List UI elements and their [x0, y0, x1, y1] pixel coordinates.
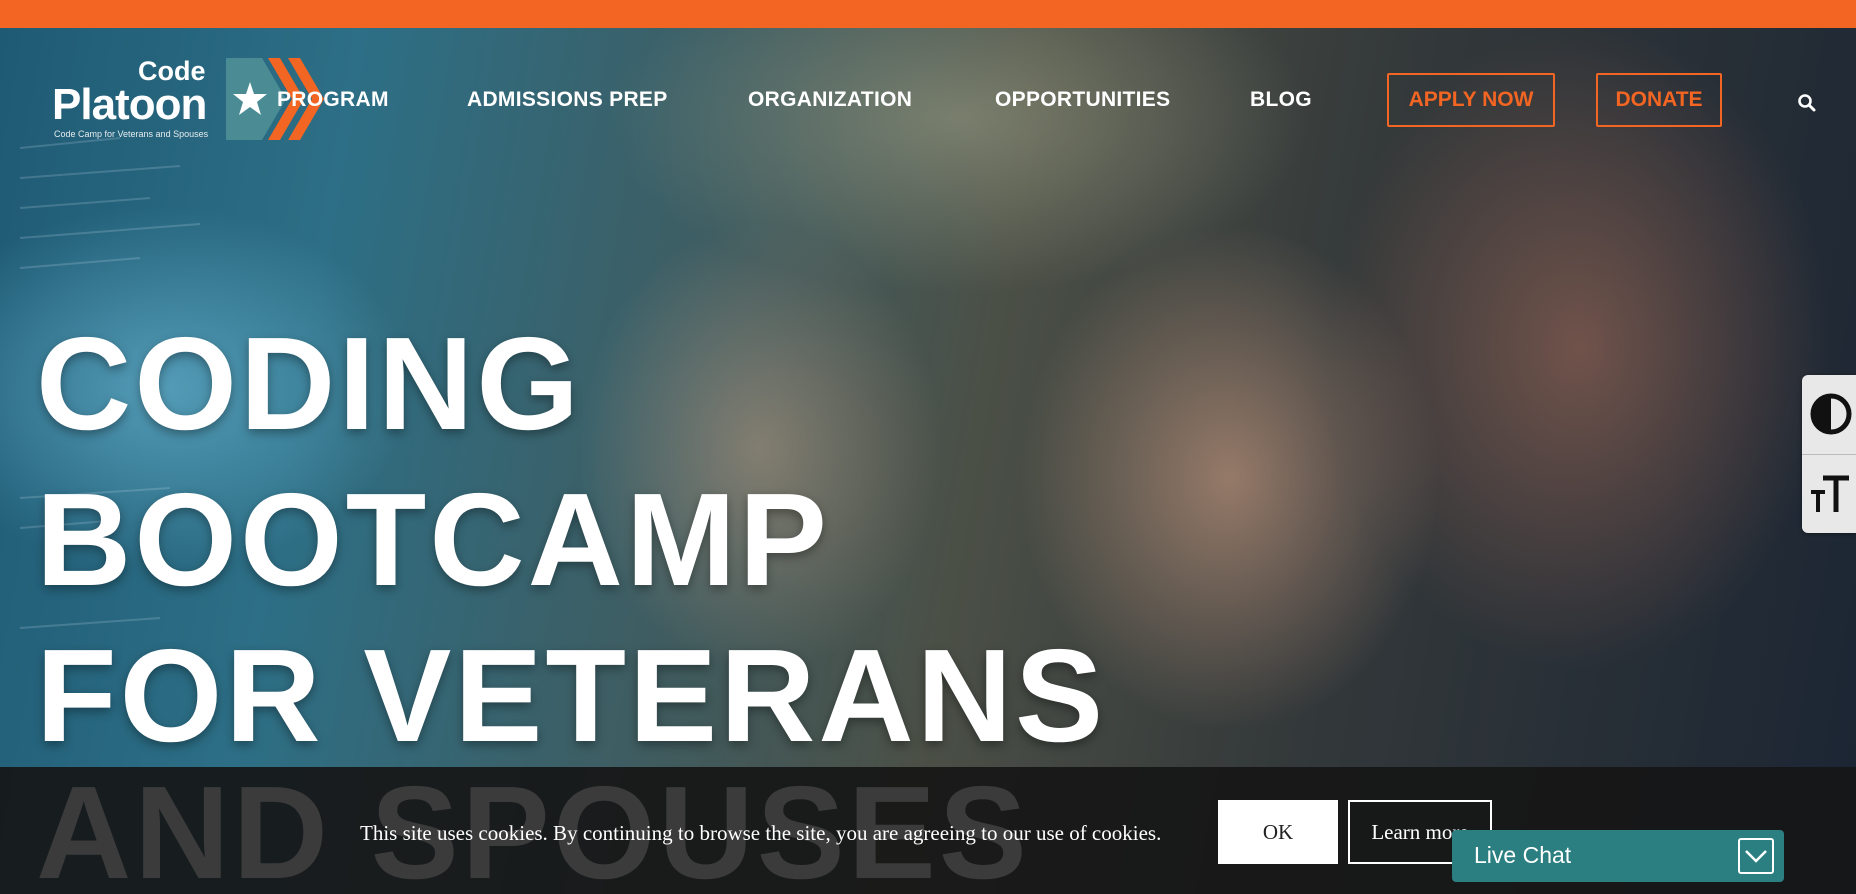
cookie-message: This site uses cookies. By continuing to…	[360, 821, 1162, 845]
nav-item-program[interactable]: PROGRAM	[277, 88, 389, 112]
nav-item-blog[interactable]: BLOG	[1250, 88, 1312, 112]
nav-item-opportunities[interactable]: OPPORTUNITIES	[995, 88, 1170, 112]
contrast-icon	[1810, 393, 1852, 435]
accessibility-toolbar	[1802, 375, 1856, 533]
nav-item-organization[interactable]: ORGANIZATION	[748, 88, 912, 112]
headline-line-2: BOOTCAMP	[36, 466, 830, 613]
top-accent-bar	[0, 0, 1856, 28]
search-icon[interactable]	[1796, 92, 1818, 114]
donate-button[interactable]: DONATE	[1596, 73, 1722, 127]
logo-tagline: Code Camp for Veterans and Spouses	[54, 129, 209, 139]
hero-section: CODING BOOTCAMP FOR VETERANS	[0, 28, 1856, 894]
nav-item-admissions-prep[interactable]: ADMISSIONS PREP	[467, 88, 668, 112]
headline-line-1: CODING	[36, 310, 582, 457]
live-chat-widget[interactable]: Live Chat	[1452, 830, 1784, 882]
logo-line-2: Platoon	[52, 80, 207, 129]
cookie-ok-button[interactable]: OK	[1218, 800, 1338, 864]
contrast-toggle-button[interactable]	[1802, 375, 1856, 453]
text-size-button[interactable]	[1802, 455, 1856, 533]
chat-toggle-button[interactable]	[1738, 838, 1774, 874]
apply-now-button[interactable]: APPLY NOW	[1387, 73, 1555, 127]
text-size-icon	[1811, 475, 1849, 512]
headline-line-3: FOR VETERANS	[36, 622, 1107, 769]
live-chat-label: Live Chat	[1474, 842, 1572, 868]
chevron-down-icon	[1745, 850, 1767, 863]
